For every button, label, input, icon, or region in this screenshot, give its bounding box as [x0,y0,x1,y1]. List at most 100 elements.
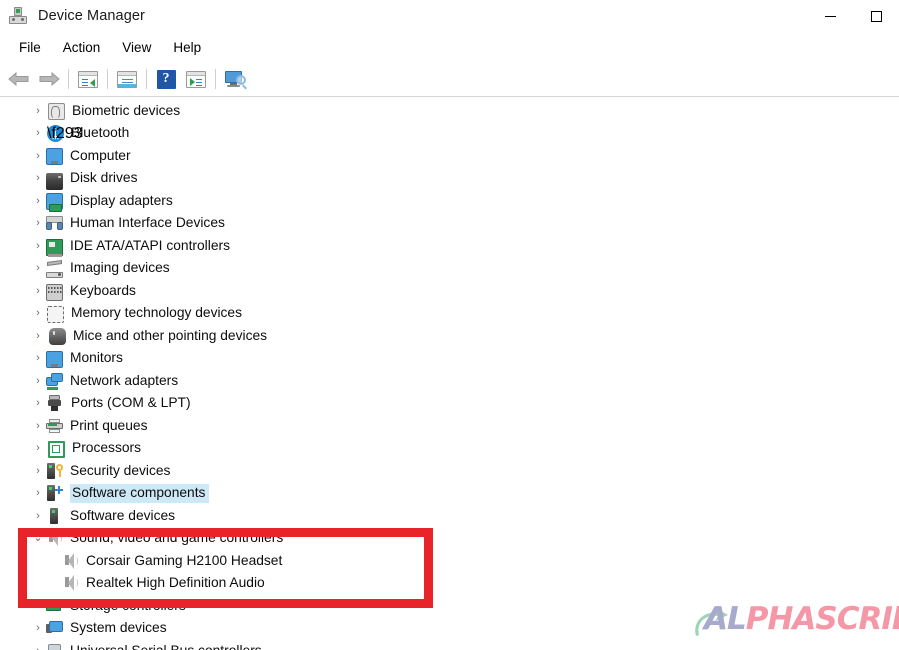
menu-item-help[interactable]: Help [162,37,212,58]
tree-row-label: Security devices [70,462,171,478]
bluetooth-icon: ᛦ [47,125,83,143]
menu-item-view[interactable]: View [111,37,162,58]
disk-drive-icon [46,172,63,190]
chevron-right-icon[interactable]: › [30,263,46,274]
tree-row-label: Mice and other pointing devices [73,327,268,343]
tree-row-label: Monitors [70,350,123,366]
mouse-icon [49,327,66,345]
update-driver-button[interactable] [181,65,211,93]
chevron-right-icon[interactable]: › [30,240,46,252]
tree-row-label: Imaging devices [70,260,170,276]
system-device-icon [46,620,63,637]
tree-row[interactable]: ⌄ Sound, video and game controllers [0,528,899,551]
tree-row[interactable]: › Print queues [0,415,899,438]
chevron-right-icon[interactable]: › [30,488,46,499]
chevron-right-icon[interactable]: › [30,218,46,229]
menu-item-action[interactable]: Action [52,37,112,58]
tree-row[interactable]: › Biometric devices [0,100,899,123]
tree-row-label: Software devices [70,507,176,523]
tree-row-label: Computer [70,147,131,163]
chevron-right-icon[interactable]: › [30,645,46,650]
tree-row-label: Network adapters [70,372,179,388]
menu-item-file[interactable]: File [8,37,52,58]
tree-row[interactable]: › Keyboards [0,280,899,303]
tree-row-label: Ports (COM & LPT) [71,395,191,411]
tree-row[interactable]: › Storage controllers [0,595,899,618]
tree-row[interactable]: › Network adapters [0,370,899,393]
chevron-right-icon[interactable]: › [30,420,46,432]
forward-arrow-icon [38,71,60,87]
chevron-right-icon[interactable]: › [30,443,46,454]
toolbar-separator [215,69,216,89]
tree-row[interactable]: › Imaging devices [0,258,899,281]
chevron-right-icon[interactable]: › [30,128,46,139]
title-bar: Device Manager [0,0,899,32]
window-controls [807,0,899,32]
speaker-icon [62,575,79,592]
tree-row[interactable]: › ᛦ Bluetooth [0,123,899,146]
device-manager-icon [8,6,28,26]
tree-row[interactable]: › Human Interface Devices [0,213,899,236]
tree-row[interactable]: Corsair Gaming H2100 Headset [0,550,899,573]
chevron-right-icon[interactable]: › [30,150,46,162]
tree-row[interactable]: › Memory technology devices [0,303,899,326]
tree-row-label: Keyboards [70,282,136,298]
chevron-right-icon[interactable]: › [30,465,46,477]
scan-hardware-icon [224,70,247,89]
imaging-icon [46,260,63,279]
usb-controller-icon [46,643,63,650]
tree-row[interactable]: › Software devices [0,505,899,528]
chevron-right-icon[interactable]: › [30,285,46,297]
chevron-down-icon[interactable]: ⌄ [30,533,46,544]
chevron-right-icon[interactable]: › [30,600,46,612]
device-tree[interactable]: › Biometric devices › ᛦ Bluetooth › Computer › D… [0,100,899,650]
port-icon [47,395,64,412]
computer-icon [46,148,63,166]
chevron-right-icon[interactable]: › [30,623,46,634]
tree-row[interactable]: › IDE ATA/ATAPI controllers [0,235,899,258]
display-adapter-icon [46,193,63,213]
tree-row[interactable]: › Software components [0,483,899,506]
tree-row[interactable]: › Security devices [0,460,899,483]
software-component-icon [46,485,63,502]
biometric-icon [48,102,65,120]
chevron-right-icon[interactable]: › [30,195,46,207]
minimize-icon [824,15,836,17]
tree-row[interactable]: › Monitors [0,348,899,371]
chevron-right-icon[interactable]: › [30,398,46,409]
back-button[interactable] [4,65,34,93]
tree-row[interactable]: › Processors [0,438,899,461]
tree-row-label: Sound, video and game controllers [70,530,284,546]
tree-row[interactable]: › Ports (COM & LPT) [0,393,899,416]
chevron-right-icon[interactable]: › [30,173,46,184]
show-hide-console-tree-button[interactable] [73,65,103,93]
chevron-right-icon[interactable]: › [30,105,46,117]
minimize-button[interactable] [807,0,853,32]
help-icon: ? [156,69,176,89]
maximize-icon [870,10,882,22]
tree-row-label: Biometric devices [72,102,181,118]
tree-row[interactable]: › Universal Serial Bus controllers [0,640,899,650]
properties-button[interactable] [112,65,142,93]
tree-row[interactable]: Realtek High Definition Audio [0,573,899,596]
tree-row[interactable]: › Mice and other pointing devices [0,325,899,348]
tree-row[interactable]: › Disk drives [0,168,899,191]
forward-button[interactable] [34,65,64,93]
chevron-right-icon[interactable]: › [30,510,46,522]
tree-row-label: Human Interface Devices [70,215,225,231]
chevron-right-icon[interactable]: › [30,330,46,342]
ide-controller-icon [46,238,63,257]
tree-row[interactable]: › System devices [0,618,899,641]
tree-row[interactable]: › Display adapters [0,190,899,213]
processor-icon [48,440,65,458]
chevron-right-icon[interactable]: › [30,308,46,319]
maximize-button[interactable] [853,0,899,32]
tree-row[interactable]: › Computer [0,145,899,168]
help-button[interactable]: ? [151,65,181,93]
toolbar: ? [0,62,899,96]
chevron-right-icon[interactable]: › [30,375,46,387]
scan-hardware-changes-button[interactable] [220,65,250,93]
chevron-right-icon[interactable]: › [30,353,46,364]
tree-row-label: Display adapters [70,192,173,208]
keyboard-icon [46,284,63,302]
